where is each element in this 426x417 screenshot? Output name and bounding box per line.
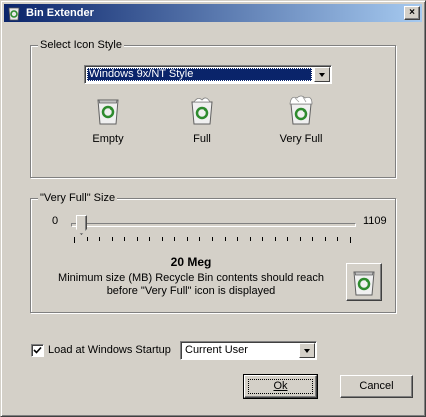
slider-tick [225, 237, 226, 241]
slider-tick [199, 237, 200, 241]
slider-tick [187, 237, 188, 241]
recycle-bin-full-icon [191, 97, 213, 125]
icon-option-full[interactable]: Full [167, 94, 237, 146]
cancel-button[interactable]: Cancel [340, 375, 413, 398]
recycle-bin-very-full-icon [289, 95, 313, 125]
slider-tick [337, 237, 338, 241]
slider-tick [262, 237, 263, 241]
startup-user-selected-value: Current User [185, 344, 248, 356]
slider-tick [174, 237, 175, 241]
ok-button-label: Ok [273, 380, 288, 392]
icon-option-full-label: Full [193, 133, 211, 145]
checkmark-icon [33, 346, 42, 354]
slider-tick [162, 237, 163, 241]
icon-option-empty[interactable]: Empty [73, 94, 143, 146]
recycle-bin-app-icon [8, 7, 20, 21]
size-slider-ticks [74, 237, 354, 243]
icon-style-select[interactable]: Windows 9x/NT Style [84, 65, 332, 84]
slider-tick [325, 237, 326, 241]
slider-tick [350, 237, 351, 243]
close-button[interactable]: × [404, 6, 420, 20]
very-full-size-group-label: "Very Full" Size [38, 191, 118, 205]
icon-style-selected-value: Windows 9x/NT Style [87, 68, 312, 81]
recycle-bin-preview-icon [353, 271, 375, 296]
bin-extender-window: Bin Extender × Select Icon Style Windows… [0, 0, 426, 417]
icon-option-very-full[interactable]: Very Full [266, 94, 336, 146]
startup-user-dropdown-arrow[interactable] [299, 343, 315, 358]
slider-tick [250, 237, 251, 241]
slider-min-label: 0 [52, 215, 59, 227]
icon-option-very-full-label: Very Full [279, 133, 323, 145]
recycle-bin-empty-icon [97, 99, 119, 125]
slider-tick [99, 237, 100, 241]
cancel-button-label: Cancel [359, 380, 394, 392]
slider-tick [237, 237, 238, 241]
preview-icon-button[interactable] [346, 263, 382, 301]
slider-tick [124, 237, 125, 241]
ok-button[interactable]: Ok [243, 374, 318, 399]
slider-tick [74, 237, 75, 243]
icon-style-dropdown-arrow[interactable] [314, 67, 330, 82]
slider-description-line1: Minimum size (MB) Recycle Bin contents s… [58, 272, 324, 284]
slider-max-label: 1109 [363, 215, 387, 227]
icon-style-group-label: Select Icon Style [38, 38, 124, 52]
slider-tick [275, 237, 276, 241]
slider-tick [87, 237, 88, 241]
icon-option-empty-label: Empty [92, 133, 124, 145]
slider-description-line2: before "Very Full" icon is displayed [106, 285, 276, 297]
slider-tick [212, 237, 213, 241]
title-bar[interactable]: Bin Extender × [4, 4, 422, 22]
slider-tick [312, 237, 313, 241]
slider-value-text: 20 Meg [170, 255, 212, 269]
window-title: Bin Extender [26, 7, 94, 19]
slider-tick [287, 237, 288, 241]
slider-tick [300, 237, 301, 241]
load-at-startup-label[interactable]: Load at Windows Startup [48, 344, 171, 357]
startup-user-select[interactable]: Current User [180, 341, 317, 360]
load-at-startup-checkbox[interactable] [31, 344, 44, 357]
slider-tick [149, 237, 150, 241]
slider-tick [137, 237, 138, 241]
slider-tick [112, 237, 113, 241]
size-slider-track[interactable] [71, 223, 356, 227]
